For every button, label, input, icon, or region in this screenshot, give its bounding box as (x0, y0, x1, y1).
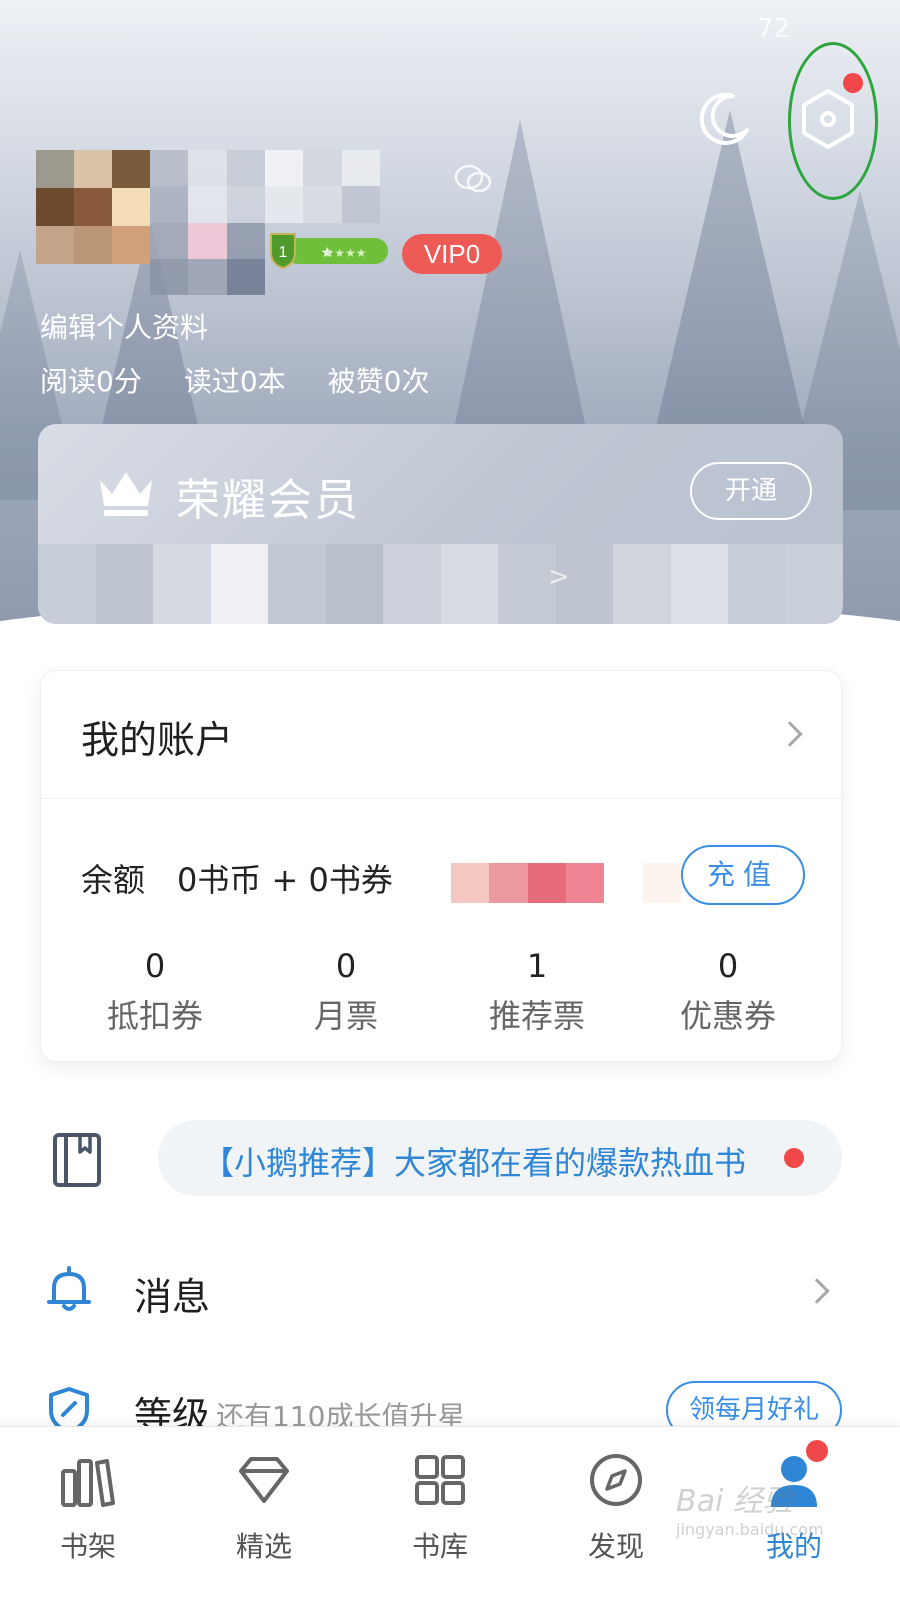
deduction-coupons-count: 0 (144, 947, 166, 985)
open-membership-button[interactable]: 开通 (690, 462, 812, 520)
vip-card-title: 荣耀会员 (176, 475, 360, 526)
recommend-tickets[interactable]: 1 推荐票 (457, 947, 617, 1037)
level-badge[interactable]: 1 ★ ★★★★ (265, 230, 390, 270)
tab-me-label: 我的 (765, 1530, 822, 1563)
monthly-tickets[interactable]: 0 月票 (266, 947, 426, 1037)
diamond-icon (239, 1457, 289, 1503)
vip-membership-card[interactable]: 荣耀会员 开通 > (38, 424, 843, 624)
tab-library-label: 书库 (411, 1530, 468, 1563)
balance-mosaic (451, 863, 681, 903)
tab-me[interactable]: 我的 (724, 1449, 864, 1589)
recommend-notification-dot (784, 1148, 804, 1168)
deduction-coupons-label: 抵扣券 (106, 997, 203, 1035)
tab-bookshelf[interactable]: 书架 (18, 1449, 158, 1589)
edit-profile-link[interactable]: 编辑个人资料 (40, 306, 208, 346)
settings-notification-dot (843, 73, 863, 93)
tab-bookshelf-label: 书架 (59, 1530, 116, 1563)
likes-received[interactable]: 被赞0次 (328, 360, 430, 400)
monthly-tickets-label: 月票 (313, 997, 378, 1035)
username-mosaic (150, 150, 380, 295)
balance-value: 0书币 + 0书券 (177, 861, 393, 899)
vip-card-mosaic (38, 544, 843, 624)
balance-label: 余额 (81, 861, 146, 899)
reading-stats: 阅读0分 读过0本 被赞0次 (40, 360, 429, 400)
monthly-tickets-count: 0 (335, 947, 357, 985)
messages-row[interactable]: 消息 (0, 1240, 900, 1340)
tab-library[interactable]: 书库 (370, 1449, 510, 1589)
tab-discover-label: 发现 (587, 1530, 644, 1563)
avatar[interactable] (36, 150, 150, 264)
bell-icon (47, 1266, 91, 1311)
moon-icon (699, 92, 749, 145)
recommend-text: 【小鹅推荐】大家都在看的爆款热血书 (202, 1144, 747, 1182)
deduction-coupons[interactable]: 0 抵扣券 (75, 947, 235, 1037)
status-time: 72 (756, 14, 790, 44)
vip-card-chevron: > (548, 562, 570, 592)
messages-title: 消息 (134, 1275, 211, 1319)
level-number: 1 (279, 244, 288, 261)
compass-icon (590, 1454, 642, 1506)
chevron-right-icon (804, 1278, 830, 1304)
recommend-banner[interactable]: 【小鹅推荐】大家都在看的爆款热血书 (158, 1120, 842, 1196)
discount-coupons-label: 优惠券 (679, 997, 776, 1035)
discount-coupons[interactable]: 0 优惠券 (648, 947, 808, 1037)
wechat-icon[interactable] (454, 164, 492, 194)
hexagon-settings-icon (802, 89, 854, 149)
account-title: 我的账户 (81, 718, 234, 762)
recharge-button[interactable]: 充值 (681, 845, 805, 905)
discount-coupons-count: 0 (717, 947, 739, 985)
tab-discover[interactable]: 发现 (546, 1449, 686, 1589)
account-card: 我的账户 余额 0书币 + 0书券 充值 0 抵扣券 0 月票 1 推荐票 0 … (40, 670, 843, 1062)
recommend-tickets-label: 推荐票 (488, 997, 585, 1035)
book-icon[interactable] (52, 1132, 102, 1188)
night-mode-button[interactable] (695, 88, 755, 148)
grid-icon (415, 1455, 465, 1505)
crown-icon (100, 472, 152, 516)
vip-level-badge[interactable]: VIP0 (402, 234, 502, 274)
bottom-tab-bar: 书架 精选 书库 发现 我的 (0, 1426, 900, 1600)
reading-score[interactable]: 阅读0分 (40, 360, 142, 400)
chevron-right-icon (777, 721, 803, 747)
my-account-row[interactable]: 我的账户 (41, 671, 843, 799)
profile-header: 72 1 ★ ★★★★ VIP0 编辑个人资料 阅读0分 读过0本 被赞0次 荣… (0, 0, 900, 640)
tab-featured[interactable]: 精选 (194, 1449, 334, 1589)
settings-button[interactable] (795, 86, 861, 152)
tab-featured-label: 精选 (235, 1530, 292, 1563)
recommend-tickets-count: 1 (526, 947, 548, 985)
tab-me-notification-dot (806, 1440, 828, 1462)
books-read[interactable]: 读过0本 (184, 360, 286, 400)
bookshelf-icon (61, 1459, 115, 1507)
svg-text:★★★★: ★★★★ (323, 246, 366, 260)
